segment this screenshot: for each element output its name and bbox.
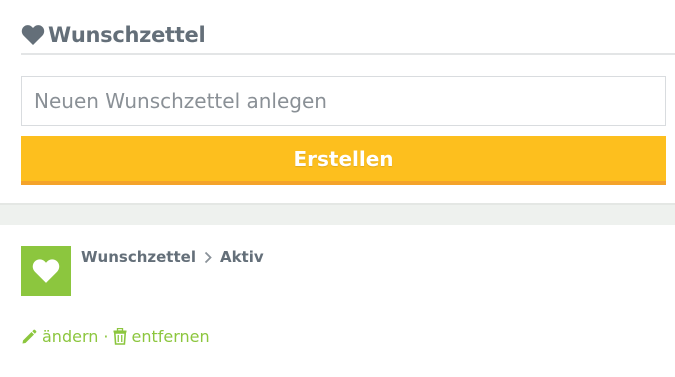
- delete-link[interactable]: entfernen: [113, 327, 210, 346]
- wishlist-actions: ändern · entfernen: [21, 327, 210, 346]
- section-separator: [0, 203, 675, 225]
- breadcrumb-item-status[interactable]: Aktiv: [220, 248, 264, 266]
- create-button[interactable]: Erstellen: [21, 136, 666, 185]
- heart-icon: [31, 258, 61, 284]
- breadcrumb: Wunschzettel Aktiv: [81, 248, 264, 266]
- wishlist-thumbnail[interactable]: [21, 246, 71, 296]
- edit-link[interactable]: ändern: [21, 327, 98, 346]
- new-wishlist-input[interactable]: [21, 76, 666, 126]
- wishlist-item: Wunschzettel Aktiv ändern · entfernen: [0, 225, 675, 377]
- page-title: Wunschzettel: [21, 22, 206, 48]
- trash-icon: [113, 328, 127, 345]
- wishlist-panel: Wunschzettel Erstellen: [0, 0, 675, 203]
- breadcrumb-item-wishlist[interactable]: Wunschzettel: [81, 248, 196, 266]
- heart-icon: [21, 24, 45, 46]
- chevron-right-icon: [204, 251, 212, 264]
- edit-label: ändern: [42, 327, 99, 346]
- page-title-text: Wunschzettel: [48, 23, 206, 47]
- action-separator: ·: [103, 327, 109, 346]
- title-divider: [21, 53, 675, 55]
- delete-label: entfernen: [131, 327, 210, 346]
- pencil-icon: [21, 329, 37, 345]
